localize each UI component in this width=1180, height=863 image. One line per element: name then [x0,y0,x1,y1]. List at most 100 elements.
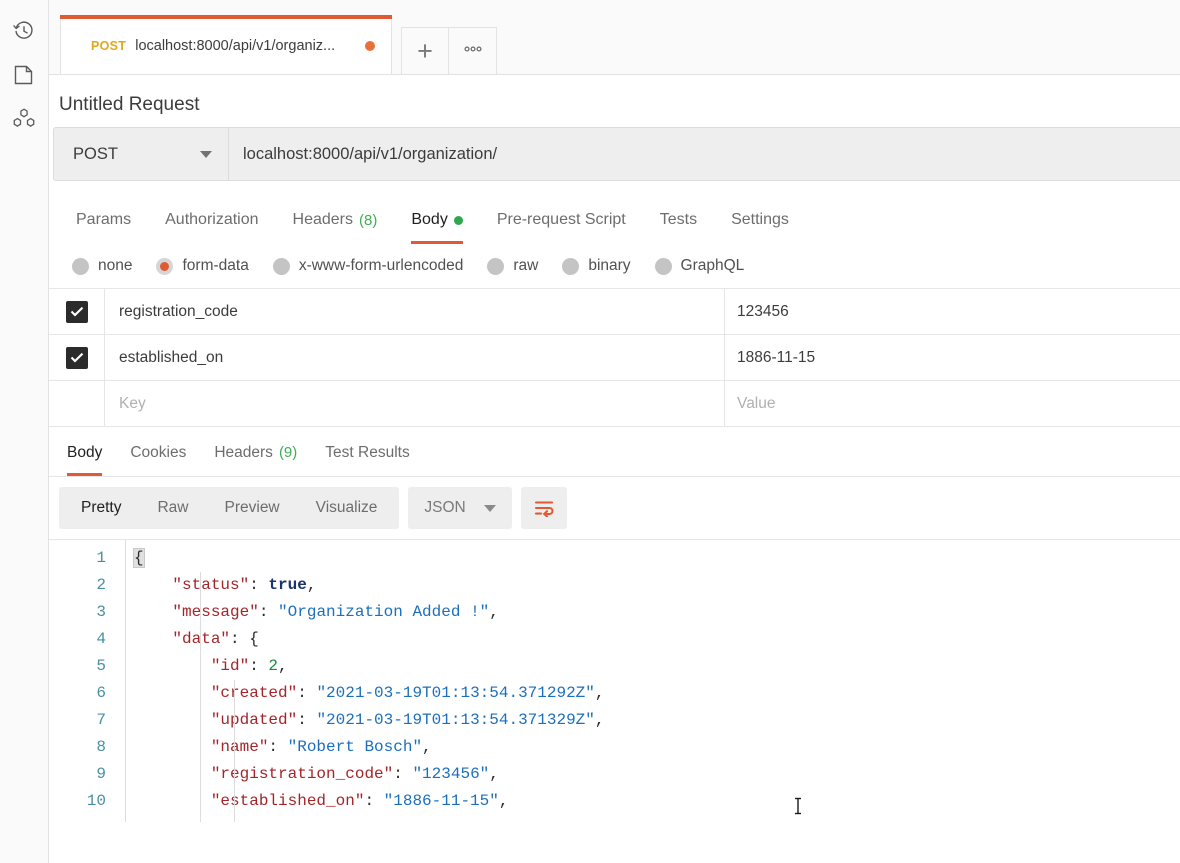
tab-title-label: localhost:8000/api/v1/organiz... [135,38,353,54]
body-type-options: none form-data x-www-form-urlencoded raw… [49,244,1180,288]
response-tab-cookies[interactable]: Cookies [116,429,200,476]
word-wrap-button[interactable] [521,487,567,529]
code-token [134,576,172,594]
tab-authorization-label: Authorization [165,211,258,229]
body-filled-dot-icon [454,216,463,225]
unsaved-dot-icon [365,41,375,51]
response-body-viewer: 12345678910 { "status": true, "message":… [49,539,1180,822]
response-format-dropdown[interactable]: JSON [408,487,511,529]
checkbox-unchecked-icon[interactable] [66,393,88,415]
chevron-down-icon [484,505,496,512]
new-row-key-input[interactable]: Key [105,381,725,427]
radio-raw-icon [487,258,504,275]
code-line: "id": 2, [134,653,1180,680]
code-token: "updated" [211,711,297,729]
row-value-input[interactable]: 123456 [725,289,1180,335]
view-mode-visualize[interactable]: Visualize [298,487,396,529]
tab-pre-request-script[interactable]: Pre-request Script [480,196,643,244]
line-number: 6 [49,680,119,707]
code-line: "status": true, [134,572,1180,599]
body-type-graphql[interactable]: GraphQL [646,257,754,275]
response-tab-test-results[interactable]: Test Results [311,429,423,476]
line-number: 3 [49,599,119,626]
code-token: , [489,765,499,783]
tab-options-button[interactable] [449,27,497,74]
new-tab-button[interactable]: + [401,27,449,74]
body-type-urlencoded[interactable]: x-www-form-urlencoded [264,257,473,275]
history-icon[interactable] [4,9,44,53]
response-toolbar: Pretty Raw Preview Visualize JSON [49,477,1180,539]
code-token: , [595,711,605,729]
code-token: { [134,549,144,567]
checkbox-checked-icon[interactable] [66,347,88,369]
tab-authorization[interactable]: Authorization [148,196,275,244]
radio-none-icon [72,258,89,275]
row-checkbox-cell [49,335,105,381]
postman-window: POST localhost:8000/api/v1/organiz... + … [0,0,1180,863]
row-key-input[interactable]: established_on [105,335,725,381]
code-token: , [422,738,432,756]
method-dropdown[interactable]: POST [54,128,229,180]
code-line: "updated": "2021-03-19T01:13:54.371329Z"… [134,707,1180,734]
tab-body[interactable]: Body [394,196,479,244]
code-token: : [297,684,316,702]
request-title[interactable]: Untitled Request [49,75,1180,127]
tab-headers-label: Headers [293,211,353,229]
tab-body-label: Body [411,211,447,229]
view-mode-raw[interactable]: Raw [139,487,206,529]
row-key-input[interactable]: registration_code [105,289,725,335]
request-tab[interactable]: POST localhost:8000/api/v1/organiz... [60,18,392,74]
view-mode-preview[interactable]: Preview [207,487,298,529]
row-value-input[interactable]: 1886-11-15 [725,335,1180,381]
line-number: 8 [49,734,119,761]
collections-icon[interactable] [4,53,44,97]
line-number: 1 [49,545,119,572]
tab-headers[interactable]: Headers (8) [276,196,395,244]
body-type-graphql-label: GraphQL [681,257,745,275]
line-number: 9 [49,761,119,788]
tab-params[interactable]: Params [59,196,148,244]
view-mode-pretty[interactable]: Pretty [63,487,139,529]
row-checkbox-cell [49,381,105,427]
tab-settings[interactable]: Settings [714,196,806,244]
table-row-empty: Key Value [49,381,1180,427]
response-format-label: JSON [424,499,465,517]
response-tab-headers[interactable]: Headers (9) [200,429,311,476]
tab-params-label: Params [76,211,131,229]
main-area: POST localhost:8000/api/v1/organiz... + … [49,0,1180,863]
tab-tests[interactable]: Tests [643,196,714,244]
radio-binary-icon [562,258,579,275]
new-row-value-input[interactable]: Value [725,381,1180,427]
code-token: , [499,792,509,810]
json-response-code[interactable]: { "status": true, "message": "Organizati… [126,540,1180,822]
body-type-form-data[interactable]: form-data [147,257,257,275]
chevron-down-icon [200,151,212,158]
code-token: : [364,792,383,810]
url-input[interactable] [229,128,1180,180]
view-mode-segmented-control: Pretty Raw Preview Visualize [59,487,399,529]
tab-tests-label: Tests [660,211,697,229]
line-number-gutter: 12345678910 [49,540,119,822]
code-token: "Robert Bosch" [288,738,422,756]
form-data-table: registration_code 123456 established_on … [49,288,1180,427]
code-line: "established_on": "1886-11-15", [134,788,1180,815]
body-type-none[interactable]: none [63,257,141,275]
url-bar: POST [53,127,1180,181]
radio-form-data-icon [156,258,173,275]
code-token: "Organization Added !" [278,603,489,621]
apis-icon[interactable] [4,97,44,141]
request-tabs: Params Authorization Headers (8) Body Pr… [49,196,1180,244]
response-tab-headers-count: (9) [279,444,297,461]
method-label: POST [73,145,118,164]
body-type-form-data-label: form-data [182,257,248,275]
code-token: "2021-03-19T01:13:54.371292Z" [316,684,594,702]
body-type-raw[interactable]: raw [478,257,547,275]
body-type-binary[interactable]: binary [553,257,639,275]
response-tab-body[interactable]: Body [53,429,116,476]
code-token: : { [230,630,259,648]
code-token: true [268,576,306,594]
code-line: "name": "Robert Bosch", [134,734,1180,761]
table-row: established_on 1886-11-15 [49,335,1180,381]
checkbox-checked-icon[interactable] [66,301,88,323]
tab-settings-label: Settings [731,211,789,229]
